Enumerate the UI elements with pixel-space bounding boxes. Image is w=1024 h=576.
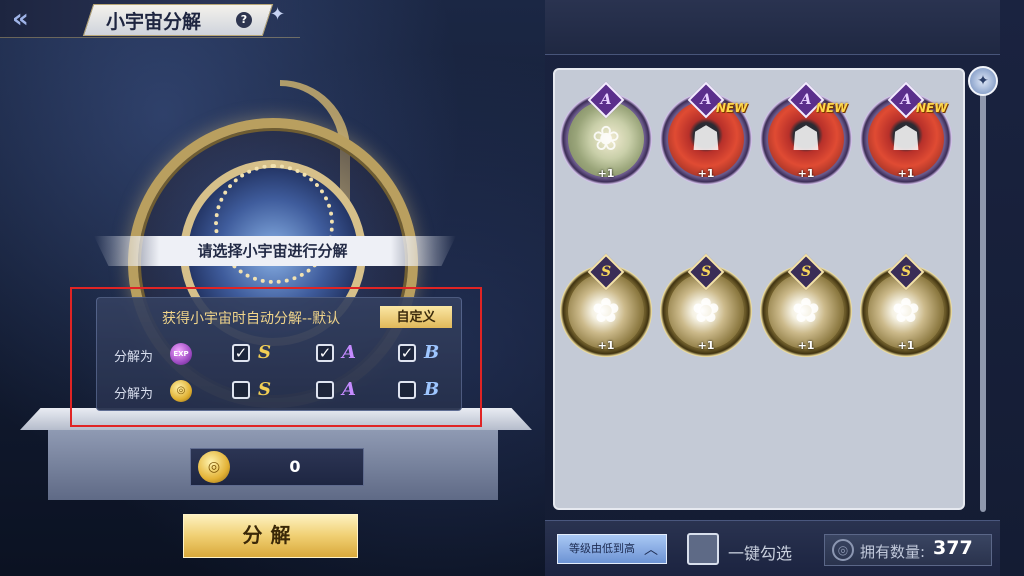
grade-badge-label: A [900, 92, 912, 108]
level-tag: +1 [597, 167, 615, 180]
cosmos-item[interactable]: ❀ A +1 [560, 81, 652, 185]
grade-badge-label: S [600, 264, 612, 280]
cosmos-item[interactable]: ✿ S +1 [560, 253, 652, 357]
new-tag: NEW [816, 101, 848, 115]
sparkle-decoration-icon: ✦ [270, 4, 286, 25]
grade-badge-label: A [700, 92, 712, 108]
grade-badge-label: S [900, 264, 912, 280]
cosmos-item[interactable]: ☗ A NEW +1 [660, 81, 752, 185]
level-tag: +1 [897, 339, 915, 352]
inventory-scrollbar[interactable] [980, 92, 986, 512]
cosmos-item[interactable]: ✿ S +1 [760, 253, 852, 357]
back-button[interactable]: « [12, 6, 62, 32]
new-tag: NEW [716, 101, 748, 115]
grade-badge-label: A [600, 92, 612, 108]
owned-count-value: 377 [933, 537, 973, 559]
cosmos-item[interactable]: ✿ S +1 [860, 253, 952, 357]
chevron-up-icon: ︿ [644, 541, 658, 557]
select-all-checkbox[interactable] [687, 533, 719, 565]
new-tag: NEW [916, 101, 948, 115]
coin-result-count: 0 [289, 457, 301, 476]
grade-badge-label: S [800, 264, 812, 280]
cosmos-item[interactable]: ✿ S +1 [660, 253, 752, 357]
sort-label: 等级由低到高 [569, 543, 635, 555]
cosmos-item[interactable]: ☗ A NEW +1 [760, 81, 852, 185]
level-tag: +1 [697, 167, 715, 180]
level-tag: +1 [797, 167, 815, 180]
select-prompt-text: 请选择小宇宙进行分解 [197, 242, 348, 260]
right-panel-top-bar [545, 0, 1000, 55]
level-tag: +1 [897, 167, 915, 180]
highlight-box [70, 287, 482, 427]
grade-badge-label: S [700, 264, 712, 280]
level-tag: +1 [797, 339, 815, 352]
help-icon[interactable]: ? [236, 12, 252, 28]
cosmos-sun-rays [214, 164, 334, 284]
level-tag: +1 [697, 339, 715, 352]
grade-badge-label: A [800, 92, 812, 108]
owned-count-label: 拥有数量: [860, 543, 926, 561]
page-title: 小宇宙分解 [106, 11, 202, 33]
cosmos-item[interactable]: ☗ A NEW +1 [860, 81, 952, 185]
decompose-button[interactable]: 分解 [183, 514, 358, 558]
scroll-top-icon[interactable]: ✦ [968, 66, 998, 96]
target-icon: ◎ [832, 539, 854, 561]
select-all-label[interactable]: 一键勾选 [728, 540, 792, 564]
coin-icon: ◎ [198, 451, 230, 483]
level-tag: +1 [597, 339, 615, 352]
sort-button[interactable]: 等级由低到高 ︿ [557, 534, 667, 564]
